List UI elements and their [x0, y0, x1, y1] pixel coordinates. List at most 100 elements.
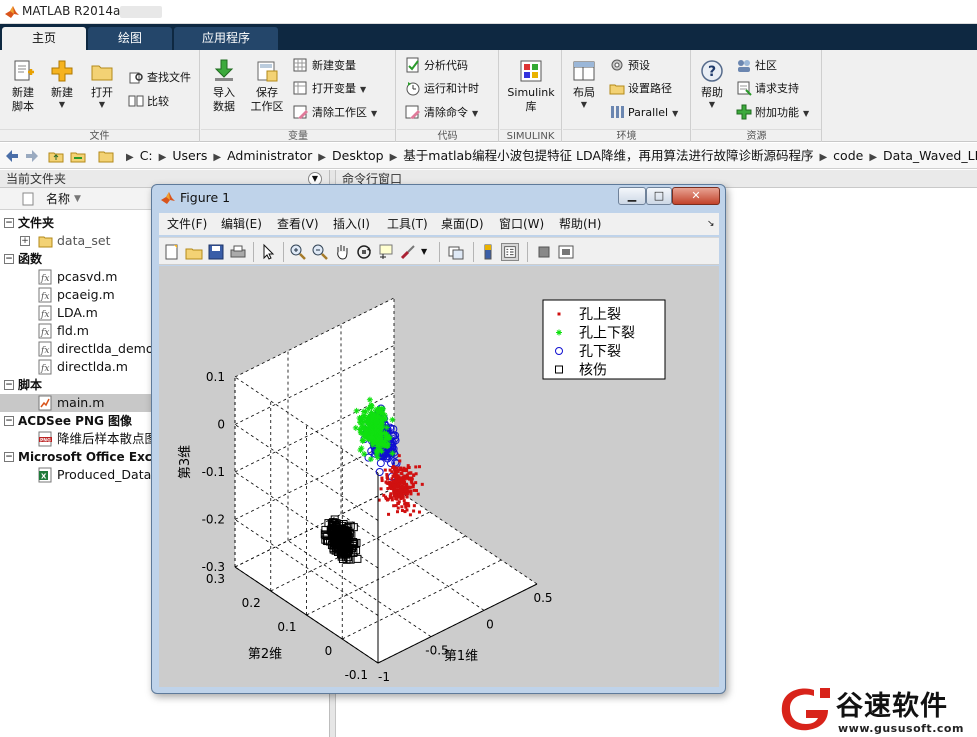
save-icon[interactable]	[207, 243, 225, 261]
figure-canvas[interactable]: -1 -0.5 0 0.5 -0.1 0 0.1 0.2 0.3 -0.3 -0.2 -0.1 0 0.1…	[159, 266, 719, 687]
layout-button[interactable]: 布局 ▼	[567, 58, 601, 109]
collapse-icon[interactable]: −	[4, 416, 14, 426]
set-path-button[interactable]: 设置路径	[609, 79, 672, 99]
tab-plots[interactable]: 绘图	[88, 27, 172, 50]
pan-hand-icon[interactable]	[333, 243, 351, 261]
tab-home[interactable]: 主页	[2, 27, 86, 50]
open-variable-button[interactable]: 打开变量 ▼	[293, 79, 366, 99]
breadcrumb-item[interactable]: Desktop	[332, 143, 384, 169]
rotate-3d-icon[interactable]	[355, 243, 373, 261]
column-header-name: 名称	[46, 192, 71, 206]
svg-text:PNG: PNG	[40, 438, 51, 444]
data-point	[397, 454, 401, 458]
minimize-button[interactable]: ▁	[618, 187, 646, 205]
link-plot-icon[interactable]	[447, 243, 465, 261]
chart-legend[interactable]: 孔上裂孔上下裂孔下裂核伤	[542, 299, 666, 380]
breadcrumb-item[interactable]: Users	[172, 143, 207, 169]
zoom-in-icon[interactable]	[289, 243, 307, 261]
new-figure-icon[interactable]	[163, 243, 181, 261]
analyze-code-button[interactable]: 分析代码	[405, 56, 468, 76]
brush-caret-icon[interactable]: ▼	[421, 243, 429, 261]
clear-workspace-button[interactable]: 清除工作区 ▼	[293, 103, 377, 123]
ribbon-section-file: 新建 脚本 新建 ▼ 打开 ▼ 查找文件 比较 文件	[0, 50, 200, 142]
community-icon	[738, 60, 750, 72]
address-bar: ▶ C: ▶ Users ▶ Administrator ▶ Desktop ▶ 基于matlab…	[0, 143, 977, 169]
section-label-environment: 环境	[563, 129, 690, 142]
new-variable-button[interactable]: 新建变量	[293, 56, 356, 76]
data-point	[408, 513, 412, 517]
preferences-button[interactable]: 预设	[609, 56, 650, 76]
run-and-time-button[interactable]: 运行和计时	[405, 79, 479, 99]
menu-edit[interactable]: 编辑(E)	[221, 213, 262, 235]
collapse-icon[interactable]: −	[4, 452, 14, 462]
figure-window[interactable]: Figure 1 ▁ □ ✕ 文件(F) 编辑(E) 查看(V) 插入(I) 工…	[151, 184, 726, 694]
brush-icon[interactable]	[399, 243, 417, 261]
compare-button[interactable]: 比较	[128, 92, 169, 112]
new-caret-icon: ▼	[58, 100, 66, 109]
print-icon[interactable]	[229, 243, 247, 261]
y-tick-label: -0.1	[345, 668, 368, 682]
root-folder-icon[interactable]	[98, 148, 114, 164]
collapse-icon[interactable]: −	[4, 254, 14, 264]
collapse-icon[interactable]: −	[4, 380, 14, 390]
tree-item-script-selected[interactable]: main.m	[0, 394, 152, 412]
help-button[interactable]: ? 帮助 ▼	[696, 58, 728, 109]
parallel-button[interactable]: Parallel ▼	[609, 103, 678, 123]
breadcrumb-item[interactable]: Data_Waved_LDA	[883, 143, 977, 169]
zoom-out-icon[interactable]	[311, 243, 329, 261]
breadcrumb-item[interactable]: code	[833, 143, 863, 169]
data-point	[398, 459, 402, 463]
collapse-icon[interactable]: −	[4, 218, 14, 228]
request-support-icon	[737, 81, 752, 96]
data-point	[393, 479, 397, 483]
new-button[interactable]: 新建 ▼	[46, 58, 78, 109]
menu-insert[interactable]: 插入(I)	[333, 213, 370, 235]
expand-icon[interactable]: +	[20, 236, 30, 246]
back-arrow-icon[interactable]	[4, 148, 20, 164]
clear-commands-button[interactable]: 清除命令 ▼	[405, 103, 478, 123]
forward-arrow-icon[interactable]	[24, 148, 40, 164]
data-cursor-icon[interactable]	[377, 243, 395, 261]
pointer-icon[interactable]	[259, 243, 277, 261]
simulink-library-button[interactable]: Simulink 库	[504, 58, 558, 114]
hide-plot-tools-icon[interactable]	[535, 243, 553, 261]
addons-button[interactable]: 附加功能 ▼	[736, 103, 809, 123]
data-point	[394, 504, 398, 508]
menu-view[interactable]: 查看(V)	[277, 213, 319, 235]
open-button[interactable]: 打开 ▼	[86, 58, 118, 109]
browse-folder-icon[interactable]	[70, 148, 86, 164]
data-point	[414, 465, 418, 469]
colorbar-icon[interactable]	[479, 243, 497, 261]
data-point	[400, 508, 404, 512]
breadcrumb-item[interactable]: C:	[140, 143, 153, 169]
menu-tools[interactable]: 工具(T)	[387, 213, 428, 235]
menu-window[interactable]: 窗口(W)	[499, 213, 544, 235]
menu-help[interactable]: 帮助(H)	[559, 213, 601, 235]
up-folder-icon[interactable]	[48, 148, 64, 164]
menu-desktop[interactable]: 桌面(D)	[441, 213, 484, 235]
breadcrumb-separator-icon: ▶	[213, 152, 222, 163]
figure-titlebar[interactable]: Figure 1 ▁ □ ✕	[152, 185, 725, 211]
menubar-overflow-icon[interactable]: ↘	[707, 213, 715, 235]
show-plot-tools-icon[interactable]	[557, 243, 575, 261]
data-point	[393, 493, 397, 497]
breadcrumb-item[interactable]: Administrator	[227, 143, 312, 169]
scatter3-plot[interactable]: -1-0.500.5-0.100.10.20.3-0.3-0.2-0.100.1…	[159, 266, 719, 687]
tab-apps[interactable]: 应用程序	[174, 27, 278, 50]
matlab-figure-icon	[161, 192, 175, 204]
close-button[interactable]: ✕	[672, 187, 720, 205]
community-button[interactable]: 社区	[736, 56, 777, 76]
maximize-button[interactable]: □	[646, 187, 672, 205]
data-point	[403, 510, 407, 514]
menu-file[interactable]: 文件(F)	[167, 213, 207, 235]
data-point	[396, 470, 400, 474]
breadcrumb-item[interactable]: 基于matlab编程小波包提特征 LDA降维，再用算法进行故障诊断源码程序	[403, 143, 813, 169]
new-script-button[interactable]: 新建 脚本	[6, 58, 40, 114]
legend-icon[interactable]	[501, 243, 519, 261]
import-data-button[interactable]: 导入 数据	[207, 58, 241, 114]
svg-text:fx: fx	[40, 364, 49, 374]
save-workspace-button[interactable]: 保存 工作区	[247, 58, 287, 114]
find-files-button[interactable]: 查找文件	[128, 68, 191, 88]
request-support-button[interactable]: 请求支持	[736, 79, 799, 99]
open-file-icon[interactable]	[185, 243, 203, 261]
